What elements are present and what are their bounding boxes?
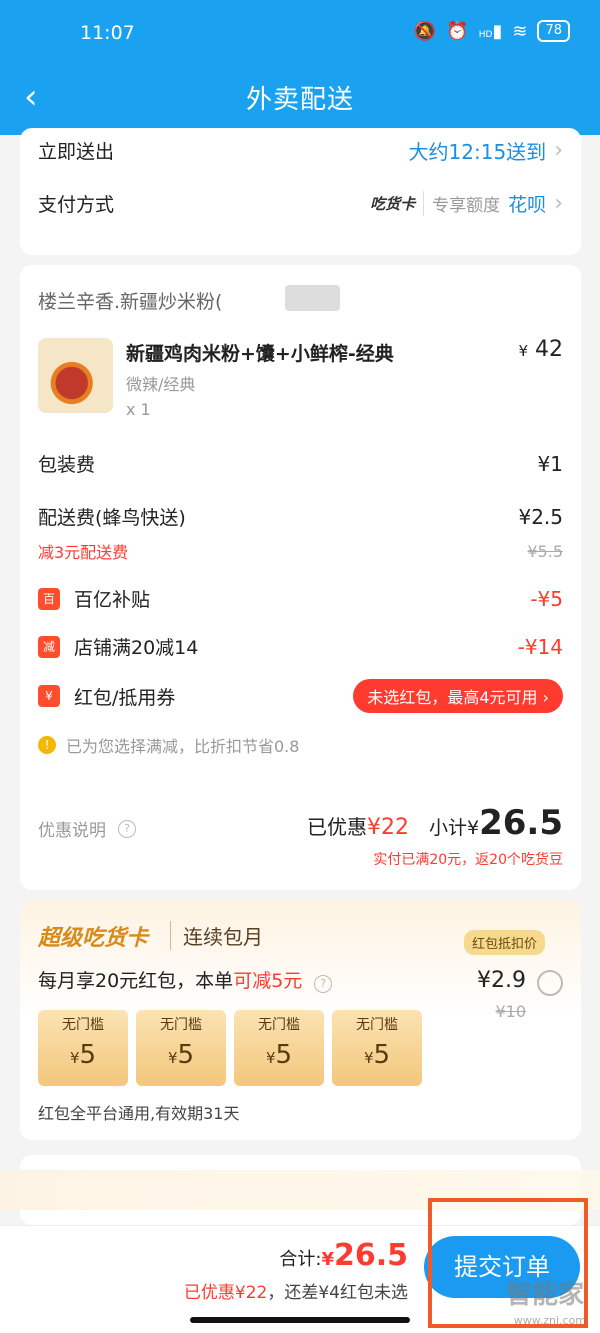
discount-value: -¥5	[530, 586, 563, 611]
alarm-icon: ⏰	[446, 20, 469, 42]
coupon-value: ¥5	[69, 1040, 97, 1070]
redpacket-select-button[interactable]: 未选红包，最高4元可用 ›	[353, 679, 563, 713]
packing-label: 包装费	[38, 454, 96, 476]
coupon-label: 无门槛	[356, 1017, 398, 1033]
coupon-value: ¥5	[167, 1040, 195, 1070]
delivery-eta: 大约12:15送到	[408, 140, 547, 164]
payment-row[interactable]: 支付方式 吃货卡 专享额度 花呗 ›	[38, 190, 563, 217]
payment-hint: 专享额度	[423, 191, 500, 216]
discount-row: 百 百亿补贴 -¥5	[38, 585, 563, 612]
coupon: 无门槛 ¥5	[136, 1010, 226, 1086]
delivery-fee-promo: 减3元配送费	[38, 543, 129, 562]
supercard-validity: 红包全平台通用,有效期31天	[38, 1104, 240, 1123]
coupon-value: ¥5	[265, 1040, 293, 1070]
wifi-icon: ≋	[512, 20, 528, 42]
shop-name-blurred	[285, 285, 340, 311]
total-label: 合计:	[279, 1249, 322, 1270]
food-image	[38, 338, 113, 413]
supercard-subtitle: 连续包月	[170, 921, 263, 950]
total: 合计: ¥26.5	[279, 1238, 408, 1273]
watermark-url: www.znj.com	[513, 1314, 586, 1327]
delivery-fee-original: ¥5.5	[527, 541, 563, 561]
subtotal-label: 小计¥	[429, 817, 480, 839]
delivery-fee-promo-row: 减3元配送费 ¥5.5	[38, 539, 563, 563]
supercard-price: ¥2.9	[477, 968, 526, 993]
question-icon[interactable]: ?	[118, 819, 136, 838]
status-bar: 11:07 🔕 ⏰ HD▮ ≋ 78	[0, 0, 600, 65]
total-amount: ¥26.5	[321, 1238, 408, 1273]
coupon-list: 无门槛 ¥5 无门槛 ¥5 无门槛 ¥5 无门槛 ¥5	[38, 1010, 422, 1086]
supercard-price-tag: 红包抵扣价	[463, 930, 545, 955]
food-name: 新疆鸡肉米粉+馕+小鲜榨-经典	[126, 343, 394, 365]
delivery-fee-value: ¥2.5	[518, 504, 563, 529]
order-card: 楼兰辛香.新疆炒米粉( 新疆鸡肉米粉+馕+小鲜榨-经典 微辣/经典 x 1 ¥ …	[20, 265, 581, 890]
subtotal-note: 实付已满20元，返20个吃货豆	[373, 852, 563, 868]
payment-brand: 吃货卡	[370, 195, 416, 213]
status-icons: 🔕 ⏰ HD▮ ≋ 78	[414, 20, 570, 42]
packing-value: ¥1	[537, 451, 563, 476]
saved-label: 已优惠	[307, 815, 368, 839]
notice-text: 已为您选择满减，比折扣节省0.8	[66, 737, 300, 756]
food-price: ¥ 42	[518, 337, 563, 362]
subtotal-amount: 26.5	[479, 803, 563, 843]
coupon: 无门槛 ¥5	[38, 1010, 128, 1086]
nav-bar: ‹ 外卖配送	[0, 65, 600, 135]
food-spec: 微辣/经典	[126, 375, 196, 394]
payment-method: 花呗	[508, 194, 547, 216]
discount-row: 减 店铺满20减14 -¥14	[38, 633, 563, 660]
packing-row: 包装费 ¥1	[38, 450, 563, 477]
battery-icon: 78	[537, 20, 570, 42]
discount-label: 店铺满20减14	[74, 637, 199, 659]
payment-label: 支付方式	[38, 194, 115, 216]
status-time: 11:07	[80, 22, 135, 44]
delivery-fee-label: 配送费(蜂鸟快送)	[38, 507, 186, 529]
supercard-title: 超级吃货卡	[38, 926, 149, 951]
supercard-monthly: 每月享20元红包，本单可减5元?	[38, 966, 333, 993]
delivery-card: 立即送出 大约12:15送到 › 支付方式 吃货卡 专享额度 花呗 ›	[20, 128, 581, 255]
redpacket-label: 红包/抵用券	[74, 686, 176, 709]
chevron-right-icon: ›	[554, 138, 563, 163]
chevron-right-icon: ›	[554, 191, 563, 216]
coupon: 无门槛 ¥5	[332, 1010, 422, 1086]
saved-amount: ¥22	[367, 815, 410, 840]
notice-row: ! 已为您选择满减，比折扣节省0.8	[38, 733, 563, 757]
subtotal: 已优惠 ¥22 小计¥ 26.5	[307, 803, 563, 843]
delivery-time-row[interactable]: 立即送出 大约12:15送到 ›	[38, 136, 563, 165]
supercard-old-price: ¥10	[495, 1002, 526, 1021]
reduction-badge-icon: 减	[38, 635, 60, 658]
discount-value: -¥14	[517, 634, 563, 659]
coupon: 无门槛 ¥5	[234, 1010, 324, 1086]
mute-icon: 🔕	[413, 20, 437, 42]
subsidy-badge-icon: 百	[38, 587, 60, 610]
shop-name[interactable]: 楼兰辛香.新疆炒米粉(	[38, 287, 222, 314]
supercard-card: 超级吃货卡 连续包月 红包抵扣价 每月享20元红包，本单可减5元? ¥2.9 ¥…	[20, 900, 581, 1140]
watermark: 智能家	[505, 1280, 584, 1310]
promo-desc-label: 优惠说明	[38, 821, 106, 841]
coupon-label: 无门槛	[160, 1017, 202, 1033]
coupon-value: ¥5	[363, 1040, 391, 1070]
coupon-label: 无门槛	[258, 1017, 300, 1033]
discount-label: 百亿补贴	[74, 589, 151, 611]
total-note: 已优惠¥22，还差¥4红包未选	[183, 1283, 408, 1303]
delivery-fee-row: 配送费(蜂鸟快送) ¥2.5	[38, 503, 563, 530]
redpacket-row[interactable]: ¥ 红包/抵用券 未选红包，最高4元可用 ›	[38, 679, 563, 713]
coupon-label: 无门槛	[62, 1017, 104, 1033]
home-indicator[interactable]	[190, 1317, 410, 1323]
signal-icon: HD▮	[478, 20, 503, 42]
question-icon[interactable]: ?	[314, 975, 333, 993]
delivery-time-label: 立即送出	[38, 141, 115, 163]
supercard-radio[interactable]	[537, 970, 563, 996]
page-title: 外卖配送	[245, 85, 354, 115]
info-icon: !	[38, 736, 56, 754]
food-qty: x 1	[126, 400, 151, 419]
yen-badge-icon: ¥	[38, 685, 60, 707]
checkout-bar: 合计: ¥26.5 已优惠¥22，还差¥4红包未选 提交订单 智能家 www.z…	[0, 1198, 600, 1333]
